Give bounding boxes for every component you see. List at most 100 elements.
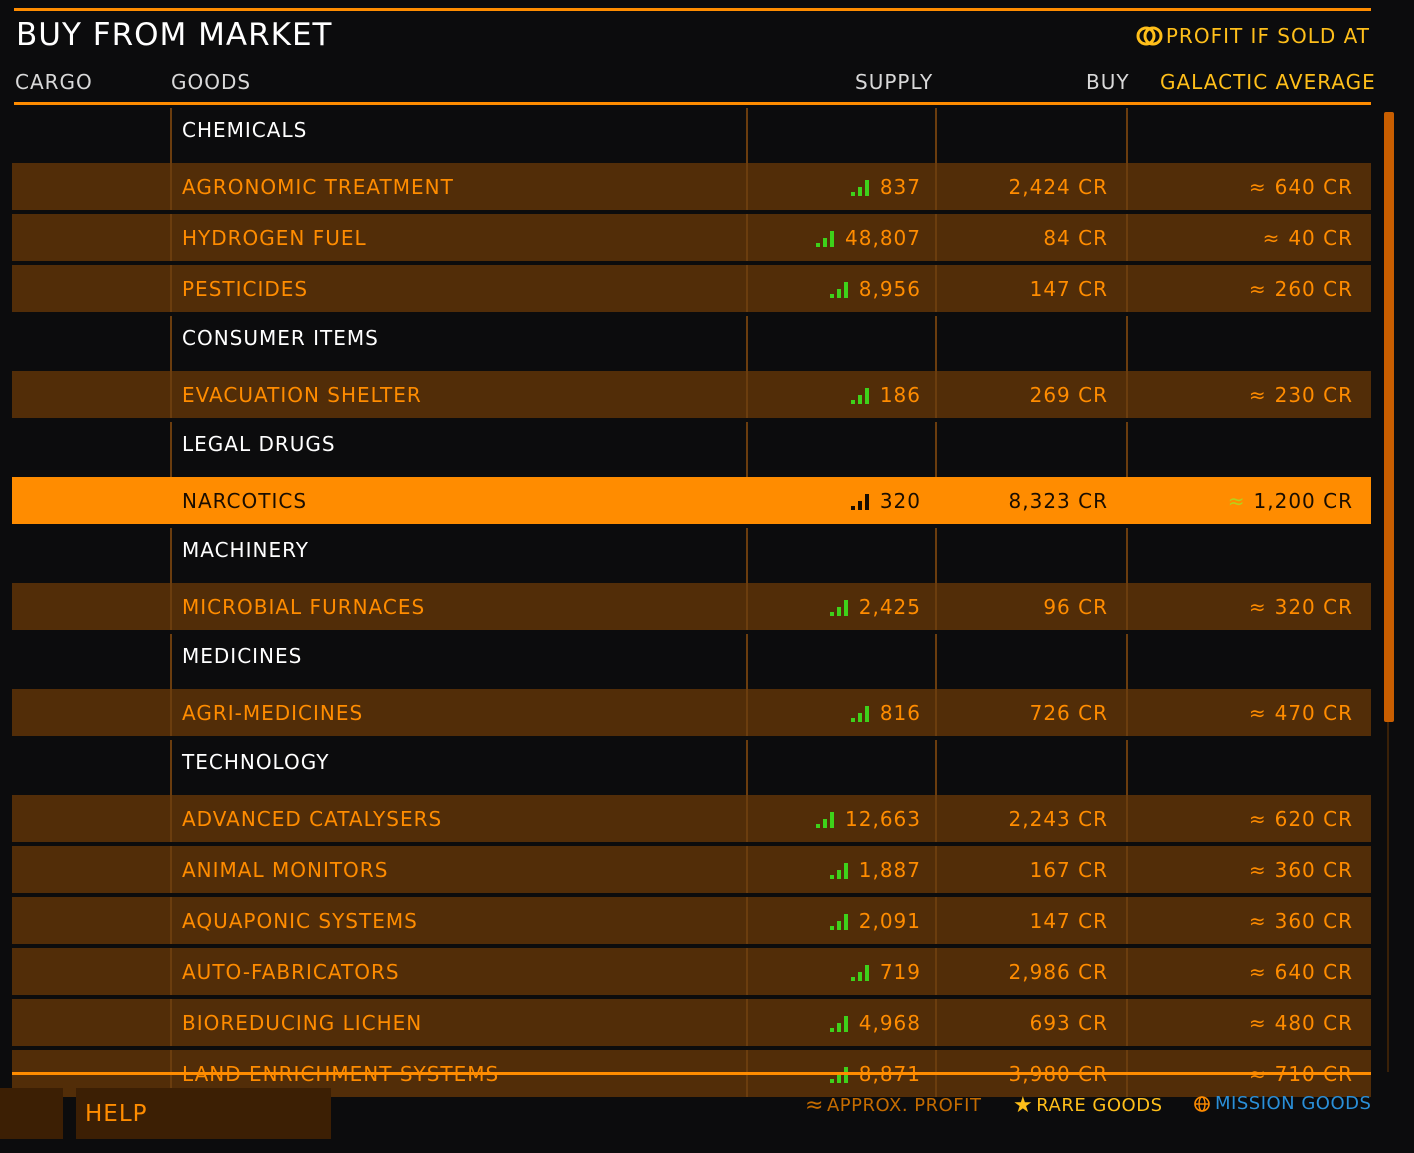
approx-icon: ≈ xyxy=(1248,382,1267,407)
column-header-buy[interactable]: BUY xyxy=(1086,70,1130,94)
header-rule xyxy=(14,8,1371,11)
approx-icon: ≈ xyxy=(1248,959,1267,984)
buy-cell xyxy=(935,740,1126,795)
supply-cell xyxy=(746,422,935,477)
buy-price: 8,323 CR xyxy=(935,477,1126,524)
supply-value: 816 xyxy=(879,700,921,725)
supply-bars-icon xyxy=(816,811,835,828)
galactic-average-price: 360 CR xyxy=(1274,857,1353,882)
commodity-name: AGRONOMIC TREATMENT xyxy=(170,163,746,210)
legend-rare-goods: ★ RARE GOODS xyxy=(1013,1093,1163,1118)
category-row: MACHINERY xyxy=(12,528,1371,583)
legend-mission-goods: MISSION GOODS xyxy=(1193,1093,1371,1114)
help-button[interactable]: HELP xyxy=(76,1088,331,1139)
supply-cell: 816 xyxy=(746,689,935,736)
commodity-row[interactable]: AGRI-MEDICINES 816 726 CR ≈470 CR xyxy=(12,689,1371,736)
avg-cell xyxy=(1126,316,1371,371)
buy-cell xyxy=(935,108,1126,163)
buy-price: 84 CR xyxy=(935,214,1126,261)
supply-cell xyxy=(746,528,935,583)
commodity-row[interactable]: HYDROGEN FUEL 48,807 84 CR ≈40 CR xyxy=(12,214,1371,261)
buy-price: 167 CR xyxy=(935,846,1126,893)
galactic-average-price: 640 CR xyxy=(1274,959,1353,984)
supply-value: 12,663 xyxy=(845,806,921,831)
category-name: LEGAL DRUGS xyxy=(170,422,746,477)
commodity-row[interactable]: EVACUATION SHELTER 186 269 CR ≈230 CR xyxy=(12,371,1371,418)
commodity-name: HYDROGEN FUEL xyxy=(170,214,746,261)
commodity-row[interactable]: AUTO-FABRICATORS 719 2,986 CR ≈640 CR xyxy=(12,948,1371,995)
scrollbar-thumb[interactable] xyxy=(1384,112,1394,722)
buy-cell xyxy=(935,634,1126,689)
avg-cell xyxy=(1126,528,1371,583)
supply-bars-icon xyxy=(829,913,848,930)
cargo-cell xyxy=(12,422,170,477)
legend-approx-label: APPROX. PROFIT xyxy=(826,1095,982,1116)
supply-cell: 12,663 xyxy=(746,795,935,842)
approx-icon: ≈ xyxy=(1248,857,1267,882)
commodity-row[interactable]: AQUAPONIC SYSTEMS 2,091 147 CR ≈360 CR xyxy=(12,897,1371,944)
approx-icon: ≈ xyxy=(1248,594,1267,619)
buy-cell xyxy=(935,316,1126,371)
commodity-row[interactable]: PESTICIDES 8,956 147 CR ≈260 CR xyxy=(12,265,1371,312)
column-header-galactic-average[interactable]: GALACTIC AVERAGE xyxy=(1160,70,1376,94)
help-button-label: HELP xyxy=(85,1100,148,1127)
column-header-cargo[interactable]: CARGO xyxy=(15,70,93,94)
avg-cell: ≈620 CR xyxy=(1126,795,1371,842)
commodity-name: EVACUATION SHELTER xyxy=(170,371,746,418)
commodity-name: NARCOTICS xyxy=(170,477,746,524)
supply-value: 320 xyxy=(879,488,921,513)
supply-bars-icon xyxy=(829,599,848,616)
supply-cell xyxy=(746,316,935,371)
galactic-average-price: 320 CR xyxy=(1274,594,1353,619)
commodity-name: PESTICIDES xyxy=(170,265,746,312)
column-header-supply[interactable]: SUPPLY xyxy=(855,70,933,94)
supply-bars-icon xyxy=(850,387,869,404)
profit-if-sold-legend: PROFIT IF SOLD AT xyxy=(1136,24,1370,48)
back-button[interactable] xyxy=(0,1088,63,1139)
star-icon: ★ xyxy=(1013,1093,1034,1118)
commodity-row[interactable]: ADVANCED CATALYSERS 12,663 2,243 CR ≈620 CR xyxy=(12,795,1371,842)
buy-price: 693 CR xyxy=(935,999,1126,1046)
commodity-name: ANIMAL MONITORS xyxy=(170,846,746,893)
approx-icon: ≈ xyxy=(1248,1010,1267,1035)
supply-value: 186 xyxy=(879,382,921,407)
category-name: CHEMICALS xyxy=(170,108,746,163)
category-name: CONSUMER ITEMS xyxy=(170,316,746,371)
commodity-row[interactable]: MICROBIAL FURNACES 2,425 96 CR ≈320 CR xyxy=(12,583,1371,630)
avg-cell: ≈260 CR xyxy=(1126,265,1371,312)
cargo-cell xyxy=(12,689,170,736)
galactic-average-price: 620 CR xyxy=(1274,806,1353,831)
supply-value: 8,956 xyxy=(858,276,921,301)
supply-cell: 8,956 xyxy=(746,265,935,312)
buy-price: 2,243 CR xyxy=(935,795,1126,842)
supply-bars-icon xyxy=(816,230,835,247)
commodity-row[interactable]: AGRONOMIC TREATMENT 837 2,424 CR ≈640 CR xyxy=(12,163,1371,210)
avg-cell: ≈1,200 CR xyxy=(1126,477,1371,524)
mission-globe-icon xyxy=(1194,1095,1210,1112)
legend-mission-label: MISSION GOODS xyxy=(1215,1093,1372,1114)
commodity-row[interactable]: ANIMAL MONITORS 1,887 167 CR ≈360 CR xyxy=(12,846,1371,893)
galactic-average-price: 40 CR xyxy=(1288,225,1353,250)
commodity-row[interactable]: BIOREDUCING LICHEN 4,968 693 CR ≈480 CR xyxy=(12,999,1371,1046)
supply-cell: 320 xyxy=(746,477,935,524)
avg-cell: ≈480 CR xyxy=(1126,999,1371,1046)
commodity-name: BIOREDUCING LICHEN xyxy=(170,999,746,1046)
supply-cell xyxy=(746,108,935,163)
cargo-cell xyxy=(12,528,170,583)
supply-cell: 2,425 xyxy=(746,583,935,630)
cargo-cell xyxy=(12,214,170,261)
commodity-name: MICROBIAL FURNACES xyxy=(170,583,746,630)
profit-rings-icon xyxy=(1136,26,1163,46)
cargo-cell xyxy=(12,265,170,312)
cargo-cell xyxy=(12,163,170,210)
supply-cell: 48,807 xyxy=(746,214,935,261)
column-header-goods[interactable]: GOODS xyxy=(171,70,251,94)
commodity-row[interactable]: NARCOTICS 320 8,323 CR ≈1,200 CR xyxy=(12,477,1371,524)
supply-value: 2,091 xyxy=(858,908,921,933)
category-row: CHEMICALS xyxy=(12,108,1371,163)
approx-icon: ≈ xyxy=(1248,908,1267,933)
cargo-cell xyxy=(12,371,170,418)
galactic-average-price: 480 CR xyxy=(1274,1010,1353,1035)
category-row: TECHNOLOGY xyxy=(12,740,1371,795)
galactic-average-price: 1,200 CR xyxy=(1253,488,1353,513)
